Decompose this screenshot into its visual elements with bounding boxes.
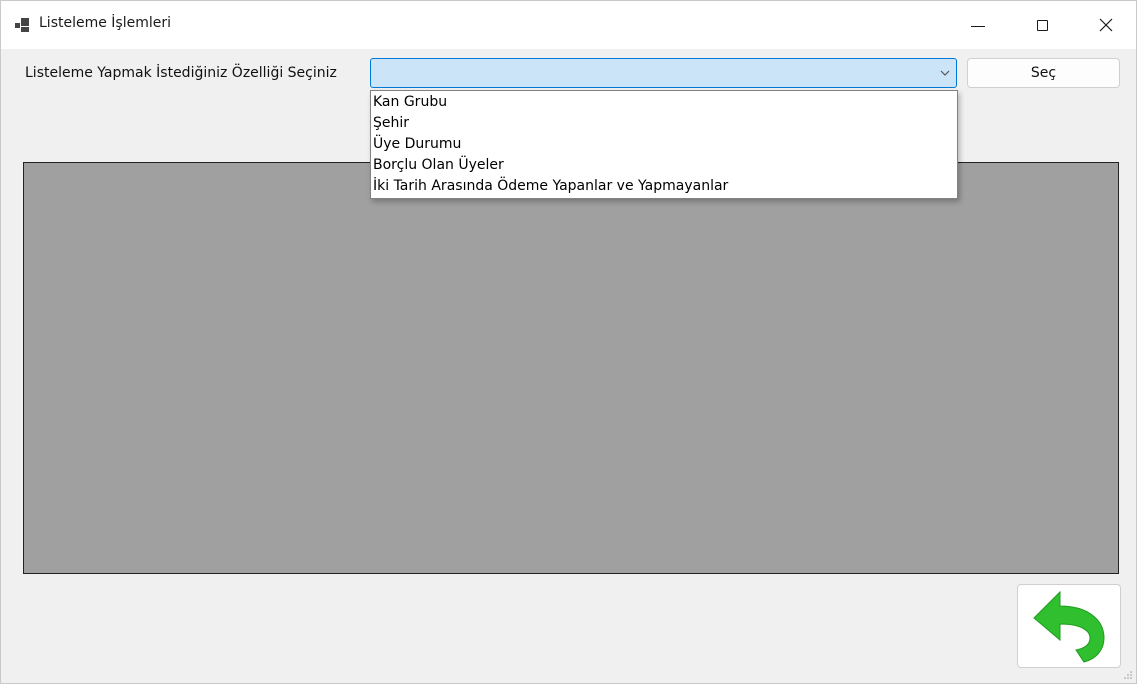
dropdown-option-kan-grubu[interactable]: Kan Grubu bbox=[371, 92, 957, 113]
app-window: Listeleme İşlemleri Listeleme Yapmak İst… bbox=[0, 0, 1137, 684]
minimize-icon bbox=[971, 25, 985, 27]
dropdown-option-sehir[interactable]: Şehir bbox=[371, 113, 957, 134]
title-bar[interactable]: Listeleme İşlemleri bbox=[1, 1, 1136, 49]
dropdown-option-iki-tarih-arasinda[interactable]: İki Tarih Arasında Ödeme Yapanlar ve Yap… bbox=[371, 176, 957, 197]
minimize-button[interactable] bbox=[955, 1, 1001, 49]
property-combobox[interactable] bbox=[370, 58, 957, 88]
dropdown-option-uye-durumu[interactable]: Üye Durumu bbox=[371, 134, 957, 155]
window-title: Listeleme İşlemleri bbox=[39, 15, 172, 31]
back-button[interactable] bbox=[1017, 584, 1121, 668]
dropdown-option-borclu-olan-uyeler[interactable]: Borçlu Olan Üyeler bbox=[371, 155, 957, 176]
maximize-button[interactable] bbox=[1019, 1, 1065, 49]
property-prompt-label: Listeleme Yapmak İstediğiniz Özelliği Se… bbox=[25, 65, 337, 81]
select-button[interactable]: Seç bbox=[967, 58, 1120, 88]
results-grid[interactable] bbox=[23, 162, 1119, 574]
property-dropdown-list[interactable]: Kan Grubu Şehir Üye Durumu Borçlu Olan Ü… bbox=[370, 90, 958, 199]
back-arrow-icon bbox=[1033, 590, 1105, 663]
chevron-down-icon bbox=[940, 70, 950, 76]
close-icon bbox=[1099, 18, 1113, 32]
app-icon bbox=[15, 18, 29, 32]
close-button[interactable] bbox=[1083, 1, 1129, 49]
maximize-icon bbox=[1036, 19, 1048, 31]
resize-grip-icon[interactable] bbox=[1123, 670, 1133, 680]
